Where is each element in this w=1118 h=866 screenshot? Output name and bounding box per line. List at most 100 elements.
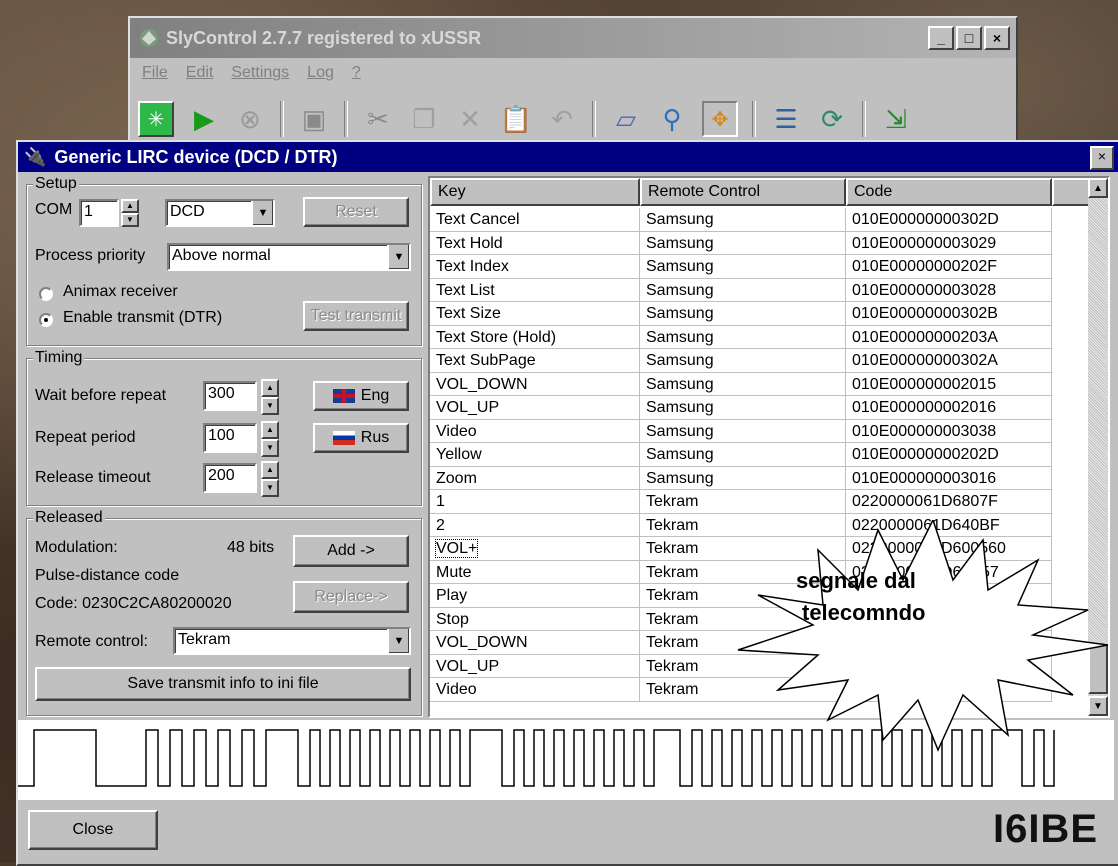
up-arrow-icon[interactable]: ▲ <box>261 461 279 479</box>
table-row[interactable]: Text Hold Samsung 010E000000003029 <box>430 231 1052 255</box>
delete-icon[interactable]: ✕ <box>454 103 486 135</box>
ru-flag-icon <box>332 431 355 445</box>
app-icon <box>140 29 158 47</box>
up-arrow-icon[interactable]: ▲ <box>261 421 279 439</box>
cell-code: 010E00000000302B <box>846 302 1052 326</box>
cell-remote: Samsung <box>640 278 846 302</box>
save-icon[interactable]: ▣ <box>298 103 330 135</box>
slycontrol-window: SlyControl 2.7.7 registered to xUSSR _ □… <box>128 16 1018 150</box>
stop-icon[interactable]: ⊗ <box>234 103 266 135</box>
cell-code: 010E000000003016 <box>846 466 1052 490</box>
chevron-down-icon[interactable]: ▼ <box>251 201 273 225</box>
table-row[interactable]: VOL_UP Samsung 010E000000002016 <box>430 396 1052 420</box>
cell-text: Tekram <box>646 493 699 510</box>
device-icon[interactable]: ⚲ <box>656 103 688 135</box>
enable-transmit-radio[interactable] <box>39 313 53 327</box>
down-arrow-icon[interactable]: ▼ <box>261 397 279 415</box>
table-row[interactable]: Zoom Samsung 010E000000003016 <box>430 466 1052 490</box>
table-row[interactable]: Yellow Samsung 010E00000000202D <box>430 443 1052 467</box>
cell-key: Video <box>430 678 640 702</box>
cell-text: 1 <box>436 493 445 510</box>
menu-edit[interactable]: Edit <box>186 64 214 82</box>
list-icon[interactable]: ☰ <box>770 103 802 135</box>
menu-log[interactable]: Log <box>307 64 334 82</box>
cell-text: VOL_DOWN <box>436 375 528 393</box>
dialog-close-button[interactable]: × <box>1090 146 1114 170</box>
cell-remote: Samsung <box>640 419 846 443</box>
header-key[interactable]: Key <box>430 178 640 206</box>
russian-button-label: Rus <box>360 429 390 446</box>
menu-settings[interactable]: Settings <box>231 64 289 82</box>
cell-key: VOL_DOWN <box>430 631 640 655</box>
paste-icon[interactable]: 📋 <box>500 103 532 135</box>
annotation-starburst <box>737 520 1109 752</box>
reset-button[interactable]: Reset <box>303 197 409 227</box>
close-window-button[interactable]: × <box>984 26 1010 50</box>
save-transmit-button[interactable]: Save transmit info to ini file <box>35 667 411 701</box>
refresh-icon[interactable]: ⟳ <box>816 103 848 135</box>
cell-text: 010E000000002015 <box>852 375 997 393</box>
wait-label: Wait before repeat <box>35 387 167 404</box>
wait-stepper[interactable]: ▲ ▼ <box>261 379 279 415</box>
table-row[interactable]: Text Store (Hold) Samsung 010E00000000203A <box>430 325 1052 349</box>
com-field[interactable]: 1 <box>79 199 119 227</box>
cell-text: Play <box>436 587 468 604</box>
minimize-button[interactable]: _ <box>928 26 954 50</box>
start-icon[interactable]: ✳ <box>138 101 174 137</box>
repeat-stepper[interactable]: ▲ ▼ <box>261 421 279 457</box>
setup-label: Setup <box>33 175 79 193</box>
down-arrow-icon[interactable]: ▼ <box>261 479 279 497</box>
toolbar-separator <box>862 101 866 137</box>
replace-button[interactable]: Replace-> <box>293 581 409 613</box>
toolbar-separator <box>280 101 284 137</box>
play-icon[interactable]: ▶ <box>188 103 220 135</box>
wait-field[interactable]: 300 <box>203 381 257 411</box>
table-row[interactable]: 1 Tekram 0220000061D6807F <box>430 490 1052 514</box>
cut-icon[interactable]: ✂ <box>362 103 394 135</box>
release-field[interactable]: 200 <box>203 463 257 493</box>
undo-icon[interactable]: ↶ <box>546 103 578 135</box>
cell-remote: Samsung <box>640 325 846 349</box>
close-button[interactable]: Close <box>28 810 158 850</box>
exit-icon[interactable]: ⇲ <box>880 103 912 135</box>
cell-text: VOL+ <box>434 539 479 558</box>
test-transmit-button[interactable]: Test transmit <box>303 301 409 331</box>
table-row[interactable]: Text Cancel Samsung 010E00000000302D <box>430 208 1052 232</box>
maximize-button[interactable]: □ <box>956 26 982 50</box>
header-code[interactable]: Code <box>846 178 1052 206</box>
animax-radio[interactable] <box>39 287 53 301</box>
plugin-icon[interactable]: ✥ <box>702 101 738 137</box>
up-arrow-icon[interactable]: ▲ <box>121 199 139 213</box>
menu-help[interactable]: ? <box>352 64 361 82</box>
line-select[interactable]: DCD ▼ <box>165 199 275 227</box>
table-row[interactable]: Video Samsung 010E000000003038 <box>430 419 1052 443</box>
add-button[interactable]: Add -> <box>293 535 409 567</box>
menu-file[interactable]: File <box>142 64 168 82</box>
priority-select[interactable]: Above normal ▼ <box>167 243 411 271</box>
table-row[interactable]: Text Index Samsung 010E00000000202F <box>430 255 1052 279</box>
remote-control-select[interactable]: Tekram ▼ <box>173 627 411 655</box>
folder-icon[interactable]: ▱ <box>610 103 642 135</box>
up-arrow-icon[interactable]: ▲ <box>261 379 279 397</box>
down-arrow-icon[interactable]: ▼ <box>121 213 139 227</box>
table-row[interactable]: Text Size Samsung 010E00000000302B <box>430 302 1052 326</box>
cell-text: Samsung <box>646 446 714 463</box>
table-row[interactable]: Text SubPage Samsung 010E00000000302A <box>430 349 1052 373</box>
down-arrow-icon[interactable]: ▼ <box>261 439 279 457</box>
cell-key: Zoom <box>430 466 640 490</box>
repeat-field[interactable]: 100 <box>203 423 257 453</box>
cell-text: 010E00000000302B <box>852 305 998 322</box>
com-stepper[interactable]: ▲ ▼ <box>121 199 139 227</box>
release-stepper[interactable]: ▲ ▼ <box>261 461 279 497</box>
russian-button[interactable]: Rus <box>313 423 409 453</box>
chevron-down-icon[interactable]: ▼ <box>387 629 409 653</box>
copy-icon[interactable]: ❐ <box>408 103 440 135</box>
english-button[interactable]: Eng <box>313 381 409 411</box>
scroll-up-icon[interactable]: ▲ <box>1088 178 1108 198</box>
cell-key: Text Hold <box>430 231 640 255</box>
table-row[interactable]: VOL_DOWN Samsung 010E000000002015 <box>430 372 1052 396</box>
header-remote[interactable]: Remote Control <box>640 178 846 206</box>
table-row[interactable]: Text List Samsung 010E000000003028 <box>430 278 1052 302</box>
chevron-down-icon[interactable]: ▼ <box>387 245 409 269</box>
cell-text: Samsung <box>646 305 714 322</box>
